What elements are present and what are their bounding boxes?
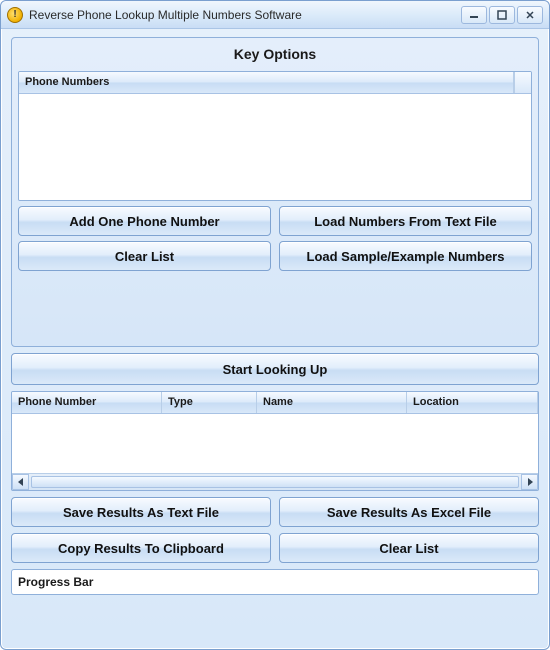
scroll-thumb[interactable] (31, 476, 519, 488)
close-icon (525, 10, 535, 20)
progress-label: Progress Bar (18, 575, 93, 589)
results-header: Phone Number Type Name Location (12, 392, 538, 414)
results-col-name[interactable]: Name (257, 392, 407, 413)
results-col-location[interactable]: Location (407, 392, 538, 413)
maximize-icon (497, 10, 507, 20)
minimize-button[interactable] (461, 6, 487, 24)
maximize-button[interactable] (489, 6, 515, 24)
load-from-file-button[interactable]: Load Numbers From Text File (279, 206, 532, 236)
app-icon: ! (7, 7, 23, 23)
add-one-phone-button[interactable]: Add One Phone Number (18, 206, 271, 236)
phone-numbers-list[interactable]: Phone Numbers (18, 71, 532, 201)
scroll-left-button[interactable] (12, 474, 29, 490)
input-list-body[interactable] (19, 94, 531, 200)
chevron-right-icon (527, 478, 533, 486)
content-area: Key Options Phone Numbers Add One Phone … (1, 29, 549, 649)
results-list[interactable]: Phone Number Type Name Location (11, 391, 539, 491)
list-scroll-gutter (514, 72, 531, 93)
close-button[interactable] (517, 6, 543, 24)
results-list-body[interactable] (12, 414, 538, 473)
window-controls (461, 6, 543, 24)
key-options-group: Key Options Phone Numbers Add One Phone … (11, 37, 539, 347)
scroll-right-button[interactable] (521, 474, 538, 490)
load-sample-button[interactable]: Load Sample/Example Numbers (279, 241, 532, 271)
input-list-header: Phone Numbers (19, 72, 531, 94)
clear-results-button[interactable]: Clear List (279, 533, 539, 563)
save-excel-button[interactable]: Save Results As Excel File (279, 497, 539, 527)
copy-clipboard-button[interactable]: Copy Results To Clipboard (11, 533, 271, 563)
chevron-left-icon (18, 478, 24, 486)
progress-bar: Progress Bar (11, 569, 539, 595)
results-hscrollbar[interactable] (12, 473, 538, 490)
group-title: Key Options (18, 44, 532, 66)
results-col-phone[interactable]: Phone Number (12, 392, 162, 413)
results-col-type[interactable]: Type (162, 392, 257, 413)
app-window: ! Reverse Phone Lookup Multiple Numbers … (0, 0, 550, 650)
save-text-button[interactable]: Save Results As Text File (11, 497, 271, 527)
scroll-track[interactable] (29, 474, 521, 490)
titlebar[interactable]: ! Reverse Phone Lookup Multiple Numbers … (1, 1, 549, 29)
input-list-column-phone[interactable]: Phone Numbers (19, 72, 514, 93)
clear-input-list-button[interactable]: Clear List (18, 241, 271, 271)
start-lookup-button[interactable]: Start Looking Up (11, 353, 539, 385)
minimize-icon (469, 10, 479, 20)
window-title: Reverse Phone Lookup Multiple Numbers So… (29, 8, 461, 22)
